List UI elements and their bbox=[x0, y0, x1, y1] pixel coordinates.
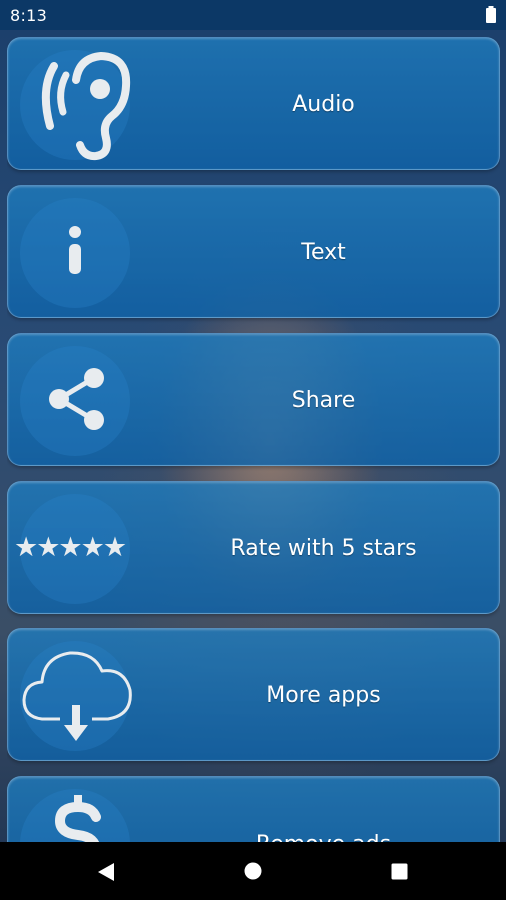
menu-item-share[interactable]: Share bbox=[7, 333, 500, 466]
menu-item-icon-container bbox=[8, 777, 148, 842]
menu-item-text[interactable]: Text bbox=[7, 185, 500, 318]
menu-item-more-apps[interactable]: More apps bbox=[7, 628, 500, 761]
menu-item-icon-container bbox=[8, 186, 148, 319]
home-circle-icon bbox=[244, 862, 262, 880]
app-screen: 8:13 Audio Text Share ★★★★★ Rate with 5 … bbox=[0, 0, 506, 900]
share-icon bbox=[49, 368, 104, 430]
menu-item-label: Remove ads bbox=[148, 777, 499, 842]
menu-item-label: Share bbox=[291, 388, 356, 413]
status-bar: 8:13 bbox=[0, 0, 506, 30]
menu-item-rate[interactable]: ★★★★★ Rate with 5 stars bbox=[7, 481, 500, 614]
menu-item-icon-container bbox=[8, 629, 148, 762]
status-time: 8:13 bbox=[10, 6, 48, 25]
recents-square-icon bbox=[391, 863, 408, 880]
back-triangle-icon bbox=[98, 863, 114, 881]
menu-item-icon-container bbox=[8, 334, 148, 467]
five-stars-icon: ★★★★★ bbox=[14, 532, 127, 563]
menu-item-audio[interactable]: Audio bbox=[7, 37, 500, 170]
menu-item-label: Rate with 5 stars bbox=[230, 536, 417, 561]
menu-item-label: More apps bbox=[266, 683, 381, 708]
cloud-download-icon bbox=[22, 651, 132, 741]
menu-item-label: Audio bbox=[292, 92, 355, 117]
menu-item-icon-container: ★★★★★ bbox=[8, 482, 148, 615]
menu-list[interactable]: Audio Text Share ★★★★★ Rate with 5 stars… bbox=[7, 37, 500, 842]
ear-hearing-icon bbox=[41, 51, 131, 161]
menu-item-icon-container bbox=[8, 38, 148, 171]
info-icon bbox=[69, 226, 81, 274]
menu-item-remove-ads[interactable]: Remove ads bbox=[7, 776, 500, 842]
home-button[interactable] bbox=[223, 842, 283, 900]
back-button[interactable] bbox=[76, 842, 136, 900]
navigation-bar bbox=[0, 842, 506, 900]
menu-item-label: Text bbox=[301, 240, 346, 265]
recents-button[interactable] bbox=[369, 842, 429, 900]
dollar-icon bbox=[54, 795, 101, 842]
battery-full-icon bbox=[486, 6, 496, 23]
